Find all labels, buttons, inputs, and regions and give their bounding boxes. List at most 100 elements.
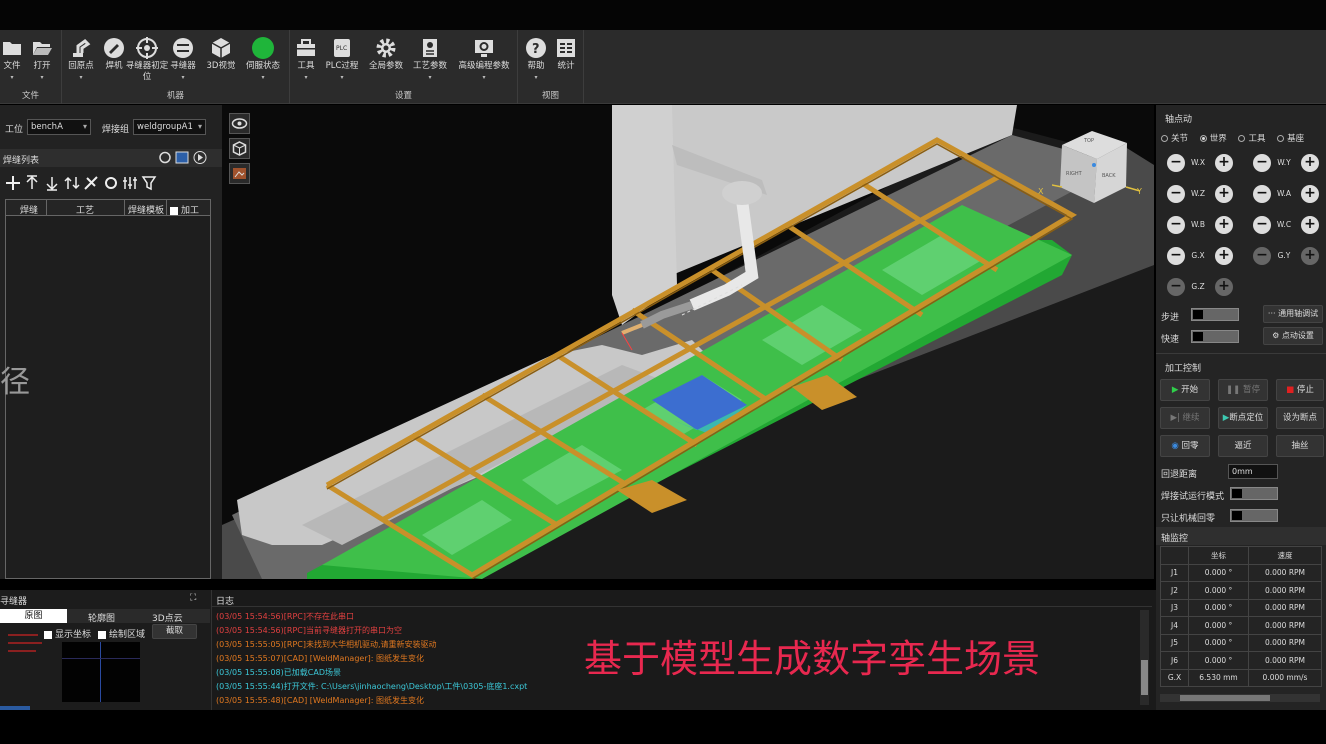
wb-minus-button[interactable]: − bbox=[1167, 216, 1185, 234]
weld-group-select[interactable]: weldgroupA1 bbox=[133, 119, 206, 135]
wx-minus-button[interactable]: − bbox=[1167, 154, 1185, 172]
wx-plus-button[interactable]: + bbox=[1215, 154, 1233, 172]
wy-minus-button[interactable]: − bbox=[1253, 154, 1271, 172]
wz-minus-button[interactable]: − bbox=[1167, 185, 1185, 203]
log-line: (03/05 15:54:56)[RPC]不存在此串口 bbox=[216, 612, 354, 621]
draw-region-checkbox[interactable]: 绘制区域 bbox=[98, 627, 145, 640]
robot-home-toggle[interactable] bbox=[1230, 509, 1278, 522]
table-header: 坐标 速度 bbox=[1160, 546, 1322, 565]
step-label: 步进 bbox=[1161, 313, 1180, 323]
title-bar bbox=[0, 0, 1326, 30]
wc-minus-button[interactable]: − bbox=[1253, 216, 1271, 234]
table-row: J1 0.000 ° 0.000 RPM bbox=[1160, 563, 1322, 582]
station-select[interactable]: benchA bbox=[27, 119, 91, 135]
capture-button[interactable]: 截取 bbox=[152, 624, 197, 639]
process-params-button[interactable]: 工艺参数 ▾ bbox=[408, 34, 452, 83]
col-weld: 焊缝 bbox=[20, 206, 39, 216]
axis-x-label: X bbox=[1038, 187, 1044, 196]
weld-table[interactable]: 焊缝 工艺 焊缝模板 加工 bbox=[5, 199, 211, 579]
gz-minus-button[interactable]: − bbox=[1167, 278, 1185, 296]
gx-minus-button[interactable]: − bbox=[1167, 247, 1185, 265]
wy-plus-button[interactable]: + bbox=[1301, 154, 1319, 172]
view-box-button[interactable] bbox=[229, 138, 250, 159]
wa-minus-button[interactable]: − bbox=[1253, 185, 1271, 203]
show-coords-checkbox[interactable]: 显示坐标 bbox=[44, 627, 91, 640]
advanced-programming-button[interactable]: 高级编程参数 ▾ bbox=[458, 34, 510, 83]
ribbon-group-label: 视图 bbox=[541, 91, 559, 101]
mode-tool[interactable]: 工具 bbox=[1238, 134, 1265, 144]
bottom-panel: 寻缝器 ⛶ 原图 轮廓图 3D点云 显示坐标 绘制区域 截取 日志 (03/05… bbox=[0, 590, 1156, 710]
3d-viewport[interactable]: TOP RIGHT BACK X Y bbox=[222, 105, 1154, 579]
log-scrollbar[interactable] bbox=[1140, 610, 1149, 705]
start-button[interactable]: ▶ 开始 bbox=[1160, 379, 1210, 401]
step-toggle[interactable] bbox=[1191, 308, 1239, 321]
axis-y-label: Y bbox=[1137, 187, 1142, 196]
mode-world[interactable]: 世界 bbox=[1199, 134, 1227, 144]
cube-icon bbox=[211, 38, 231, 58]
view-cube[interactable]: TOP RIGHT BACK X Y bbox=[1038, 125, 1142, 215]
set-breakpoint-button[interactable]: 设为断点 bbox=[1276, 407, 1324, 429]
wa-plus-button[interactable]: + bbox=[1301, 185, 1319, 203]
tab-raw-image[interactable]: 原图 bbox=[0, 609, 67, 623]
weld-list-toolbar[interactable] bbox=[5, 175, 160, 191]
wc-plus-button[interactable]: + bbox=[1301, 216, 1319, 234]
mode-joint[interactable]: 关节 bbox=[1161, 134, 1188, 144]
view-eye-button[interactable] bbox=[229, 113, 250, 134]
table-row: J5 0.000 ° 0.000 RPM bbox=[1160, 633, 1322, 652]
jog-settings-button[interactable]: ⚙ 点动设置 bbox=[1263, 327, 1323, 345]
welder-icon bbox=[104, 38, 124, 58]
servo-status-button[interactable]: 伺服状态 ▾ bbox=[241, 34, 285, 83]
general-jog-button[interactable]: ··· 通用轴调试 bbox=[1263, 305, 1323, 323]
log-line: (03/05 15:55:07)[CAD] [WeldManager]: 图纸发… bbox=[216, 654, 424, 663]
resume-button[interactable]: ▶| 继续 bbox=[1160, 407, 1210, 429]
monitor-scrollbar[interactable] bbox=[1160, 694, 1320, 702]
caption-overlay: 基于模型生成数字孪生场景 bbox=[584, 637, 1041, 681]
monitor-gear-icon bbox=[475, 40, 493, 57]
gy-minus-button[interactable]: − bbox=[1253, 247, 1271, 265]
table-row: J6 0.000 ° 0.000 RPM bbox=[1160, 651, 1322, 670]
overflow-text: 径 bbox=[0, 365, 30, 400]
approach-button[interactable]: 逼近 bbox=[1218, 435, 1268, 457]
tab-point-cloud[interactable]: 3D点云 bbox=[152, 611, 183, 624]
col-process: 工艺 bbox=[76, 206, 95, 216]
cube-left-label: RIGHT bbox=[1066, 171, 1083, 177]
gy-plus-button[interactable]: + bbox=[1301, 247, 1319, 265]
camera-overlay-text bbox=[8, 630, 44, 656]
bottom-letterbox bbox=[0, 710, 1326, 744]
global-params-button[interactable]: 全局参数 bbox=[364, 34, 408, 72]
open-button[interactable]: 打开 ▾ bbox=[20, 34, 64, 83]
tab-contour[interactable]: 轮廓图 bbox=[88, 611, 115, 624]
stats-icon bbox=[557, 39, 575, 57]
retract-wire-button[interactable]: 抽丝 bbox=[1276, 435, 1324, 457]
weld-test-toggle[interactable] bbox=[1230, 487, 1278, 500]
view-scene-button[interactable] bbox=[229, 163, 250, 184]
log-line: (03/05 15:55:44)打开文件: C:\Users\jinhaoche… bbox=[216, 682, 528, 691]
ribbon-toolbar: 文件▾ 打开▾ 文件 回原点▾ 焊机 寻缝器初定位 寻缝器▾ 3D视觉 bbox=[0, 30, 1326, 104]
gz-plus-button[interactable]: + bbox=[1215, 278, 1233, 296]
col-process-check[interactable]: 加工 bbox=[170, 203, 199, 216]
seam-finder-icon bbox=[173, 38, 193, 58]
fast-toggle[interactable] bbox=[1191, 330, 1239, 343]
retract-distance-input[interactable]: 0mm bbox=[1228, 464, 1278, 479]
wb-plus-button[interactable]: + bbox=[1215, 216, 1233, 234]
svg-text:PLC: PLC bbox=[336, 45, 347, 52]
stop-button[interactable]: ■ 停止 bbox=[1276, 379, 1324, 401]
statistics-button[interactable]: 统计 bbox=[544, 34, 588, 72]
plc-process-button[interactable]: PLC PLC过程 ▾ bbox=[320, 34, 364, 83]
robot-arm-icon bbox=[73, 39, 91, 57]
pause-button[interactable]: ❚❚ 暂停 bbox=[1218, 379, 1268, 401]
breakpoint-locate-button[interactable]: ▶断点定位 bbox=[1218, 407, 1268, 429]
home-button[interactable]: ◉ 回零 bbox=[1160, 435, 1210, 457]
log-line: (03/05 15:55:08)已加载CAD场景 bbox=[216, 668, 341, 677]
gx-plus-button[interactable]: + bbox=[1215, 247, 1233, 265]
scene-icon bbox=[233, 168, 246, 179]
3d-vision-button[interactable]: 3D视觉 bbox=[199, 34, 243, 72]
refresh-icon[interactable] bbox=[158, 150, 208, 165]
gear-icon bbox=[376, 38, 396, 58]
expand-icon[interactable]: ⛶ bbox=[190, 593, 196, 603]
wz-plus-button[interactable]: + bbox=[1215, 185, 1233, 203]
weld-list-panel: 工位 benchA 焊接组 weldgroupA1 焊缝列表 焊缝 工艺 焊缝模… bbox=[0, 105, 222, 579]
mode-base[interactable]: 基座 bbox=[1277, 134, 1304, 144]
camera-preview bbox=[62, 642, 140, 702]
weld-test-label: 焊接试运行模式 bbox=[1161, 492, 1225, 502]
